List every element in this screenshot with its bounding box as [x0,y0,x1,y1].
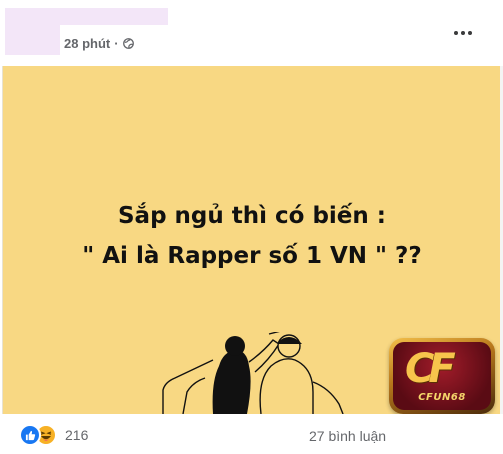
more-dot [468,31,472,35]
meta-separator: · [114,36,119,51]
author-avatar-redacted [5,25,60,55]
two-people-illustration [162,332,344,414]
thumbs-up-glyph [25,430,35,440]
post-meta: 28 phút · [64,36,134,51]
more-dot [461,31,465,35]
more-options-button[interactable] [449,21,477,45]
like-icon [19,424,41,446]
post-timestamp[interactable]: 28 phút [64,36,110,51]
reaction-count: 216 [65,427,89,443]
globe-icon [122,38,134,49]
image-text-line-2: " Ai là Rapper số 1 VN " ?? [82,243,422,269]
comments-count-link[interactable]: 27 bình luận [309,428,386,444]
logo-mark: CF [405,346,456,392]
reactions-summary[interactable]: 216 [19,424,88,446]
post-footer: 216 27 bình luận [0,414,503,454]
logo-text: CFUN68 [418,392,466,403]
image-text-line-1: Sắp ngủ thì có biến : [117,203,386,229]
author-name-redacted [5,8,168,25]
post-header: 28 phút · [0,0,503,66]
cfun68-logo: CF CFUN68 [389,338,495,414]
post-image[interactable]: Sắp ngủ thì có biến : " Ai là Rapper số … [2,66,502,414]
more-horizontal-icon [454,31,458,35]
